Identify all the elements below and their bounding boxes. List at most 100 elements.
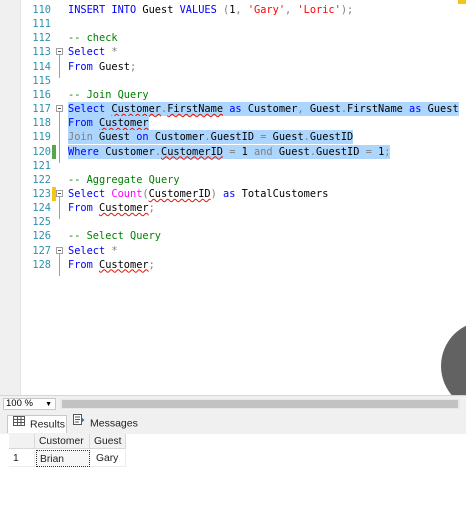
code-token: 1: [241, 145, 255, 158]
code-token: =: [365, 145, 379, 158]
code-token: GuestID: [210, 131, 261, 144]
code-token: as: [402, 103, 428, 116]
line-number: 119: [32, 131, 51, 144]
code-token: =: [223, 145, 242, 158]
line-number: 111: [32, 18, 51, 31]
code-text: -- Join Query: [68, 88, 149, 102]
code-line[interactable]: 121: [0, 159, 466, 173]
collapse-icon[interactable]: [56, 246, 63, 254]
code-token: GuestID: [316, 145, 366, 158]
code-text: From Customer: [68, 116, 149, 131]
collapse-icon[interactable]: [56, 48, 63, 56]
code-token: ;: [130, 60, 137, 73]
code-line[interactable]: 117 Select Customer.FirstName as Customer…: [0, 102, 466, 163]
code-text: Select Customer.FirstName as Customer, G…: [68, 102, 459, 117]
line-number: 120: [32, 145, 51, 158]
code-line[interactable]: 116 -- Join Query: [0, 88, 466, 102]
zoom-value: 100 %: [6, 398, 33, 409]
messages-icon: [73, 414, 85, 431]
code-token: ,: [235, 4, 248, 16]
code-token: on: [136, 131, 155, 144]
code-line[interactable]: 112 -- check: [0, 31, 466, 45]
code-token: 'Gary': [247, 4, 286, 16]
code-token: ;: [384, 145, 391, 158]
code-line[interactable]: 113 Select *: [0, 45, 466, 78]
code-token: Guest: [427, 103, 459, 116]
code-line[interactable]: 119 Join Guest on Customer.GuestID = Gues…: [0, 130, 466, 145]
code-line[interactable]: 122 -- Aggregate Query: [0, 173, 466, 187]
code-token: From: [68, 258, 99, 271]
horizontal-scroll-thumb[interactable]: [62, 400, 458, 408]
line-number: 116: [32, 88, 51, 101]
code-text: From Guest;: [68, 60, 136, 74]
column-header-guest[interactable]: Guest: [90, 434, 126, 449]
code-token: Guest: [142, 4, 180, 16]
code-line[interactable]: 123 Select Count(CustomerID) as TotalCust…: [0, 186, 466, 220]
code-token: TotalCustomers: [241, 187, 329, 200]
grid-corner-cell[interactable]: [9, 434, 35, 449]
code-token: FirstName: [167, 103, 224, 116]
code-token: From: [68, 202, 99, 215]
line-number: 117: [32, 103, 51, 116]
row-number[interactable]: 1: [9, 450, 35, 467]
code-line[interactable]: 114 From Guest;: [0, 60, 466, 74]
code-line[interactable]: 110 INSERT INTO Guest VALUES (1, 'Gary', …: [0, 3, 466, 17]
code-token: ;: [148, 258, 155, 271]
code-token: and: [254, 145, 279, 158]
code-line[interactable]: 128 From Customer;: [0, 258, 466, 272]
line-number: 126: [32, 230, 51, 243]
line-number: 113: [32, 46, 51, 59]
tab-results[interactable]: Results: [7, 415, 67, 433]
grid-cell-customer[interactable]: Brian: [36, 450, 90, 467]
code-token: );: [340, 4, 354, 16]
zoom-dropdown[interactable]: 100 % ▼: [3, 398, 56, 410]
collapse-icon[interactable]: [56, 105, 63, 113]
code-token: ;: [148, 202, 155, 215]
code-line[interactable]: 127 Select *: [0, 244, 466, 276]
code-line[interactable]: 111: [0, 17, 466, 31]
code-line[interactable]: 118 From Customer: [0, 116, 466, 131]
results-grid[interactable]: Customer Guest 1 Brian Gary: [0, 434, 466, 528]
code-token: From: [68, 60, 99, 73]
change-marker: [52, 144, 56, 159]
code-token: Customer: [99, 117, 149, 130]
column-header-customer[interactable]: Customer: [35, 434, 90, 449]
code-token: Select: [68, 187, 112, 200]
code-token: FirstName: [347, 103, 403, 116]
code-token: *: [111, 46, 118, 59]
code-token: INSERT INTO: [68, 4, 143, 16]
code-token: Select: [68, 46, 112, 59]
code-text: Select *: [68, 45, 118, 59]
code-token: Where: [68, 145, 106, 158]
code-token: Guest: [99, 60, 130, 73]
code-token: *: [111, 244, 118, 257]
tab-results-label: Results: [30, 418, 66, 431]
code-token: =: [260, 131, 273, 144]
code-text: -- Select Query: [68, 229, 161, 243]
line-number: 127: [32, 244, 51, 257]
code-token: GuestID: [309, 131, 354, 144]
query-editor[interactable]: 110 INSERT INTO Guest VALUES (1, 'Gary', …: [0, 0, 466, 395]
code-text: Select Count(CustomerID) as TotalCustome…: [68, 187, 328, 201]
tab-messages[interactable]: Messages: [68, 414, 140, 433]
code-token: Guest: [272, 131, 304, 144]
code-token: Select: [68, 103, 112, 116]
code-token: Count: [111, 187, 143, 200]
code-line[interactable]: 124 From Customer;: [0, 201, 466, 215]
code-text: INSERT INTO Guest VALUES (1, 'Gary', 'Lo…: [68, 3, 353, 17]
code-line[interactable]: 125: [0, 215, 466, 229]
results-tabs: Results Messages: [0, 412, 466, 435]
grid-cell-guest[interactable]: Gary: [90, 450, 126, 467]
code-line[interactable]: 126 -- Select Query: [0, 229, 466, 243]
code-text: -- Aggregate Query: [68, 173, 180, 187]
tab-messages-label: Messages: [90, 417, 138, 430]
screen-overlay-circle: [441, 321, 466, 395]
collapse-icon[interactable]: [56, 189, 63, 197]
code-token: Customer: [99, 202, 149, 215]
line-number: 123: [32, 187, 51, 200]
code-token: Customer: [154, 131, 205, 144]
code-text: Select *: [68, 244, 118, 258]
code-line[interactable]: 115: [0, 74, 466, 88]
code-text: From Customer;: [68, 201, 155, 215]
code-line[interactable]: 120 Where Customer.CustomerID = 1 and Gue…: [0, 144, 466, 159]
